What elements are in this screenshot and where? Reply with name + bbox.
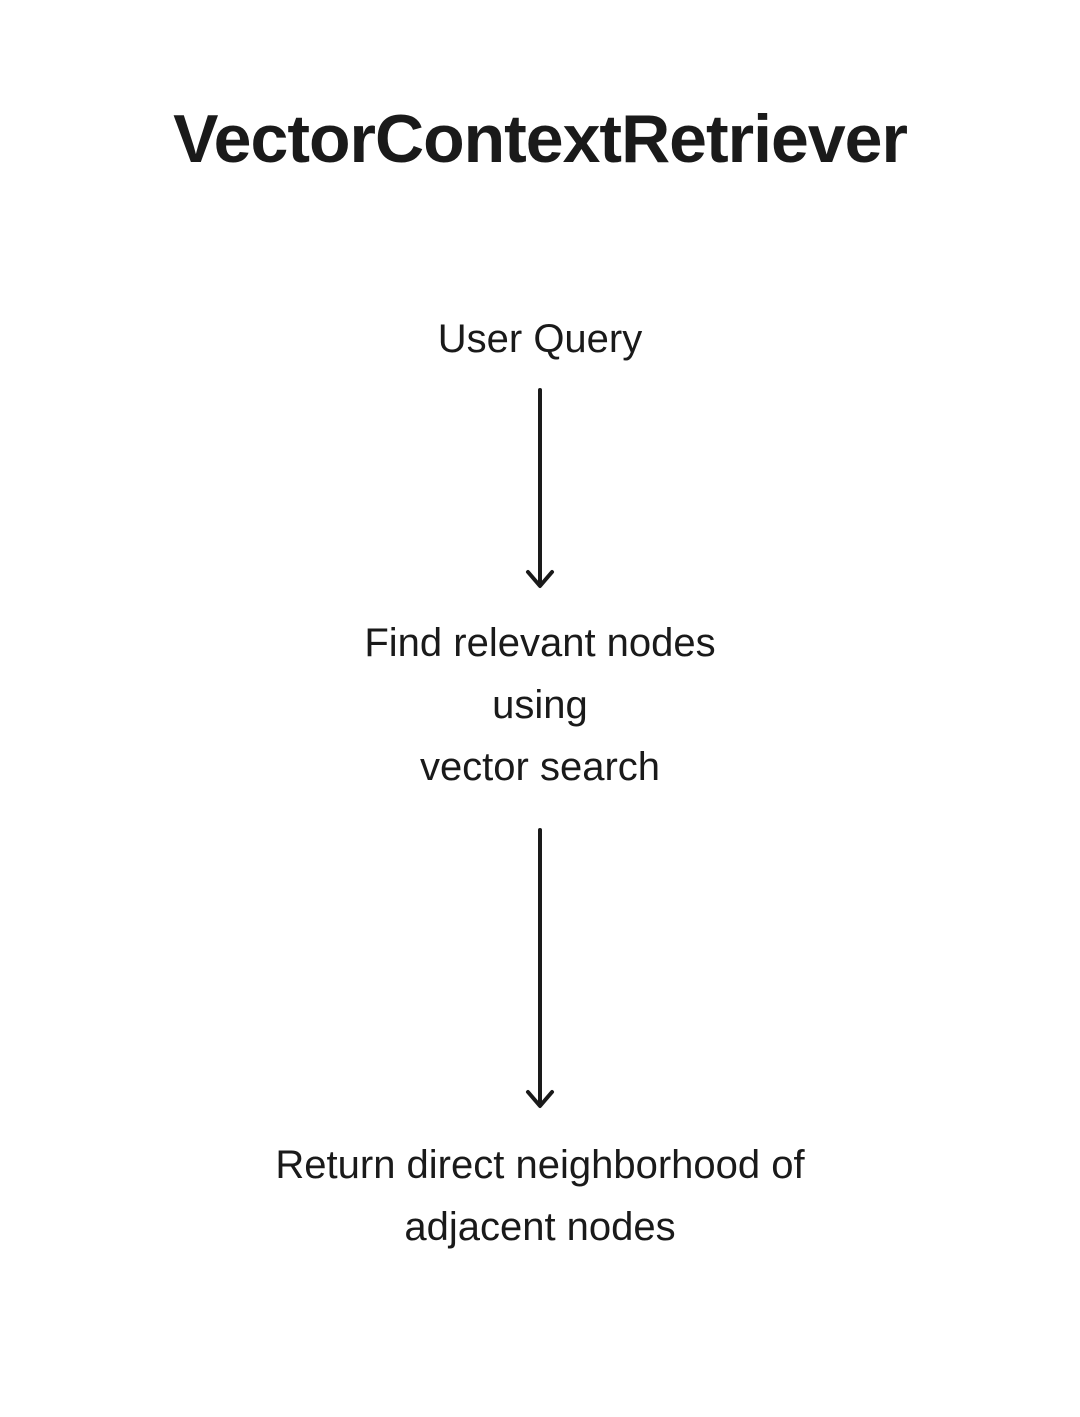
step-vector-search: Find relevant nodes using vector search bbox=[364, 612, 715, 798]
diagram-title: VectorContextRetriever bbox=[0, 100, 1080, 178]
step-line: adjacent nodes bbox=[404, 1205, 675, 1249]
arrow-down-icon bbox=[520, 384, 560, 594]
arrow-down-icon bbox=[520, 824, 560, 1114]
flow-container: User Query Find relevant nodes using vec… bbox=[275, 308, 804, 1258]
step-line: using bbox=[492, 683, 588, 727]
step-line: vector search bbox=[420, 745, 660, 789]
step-user-query: User Query bbox=[438, 308, 643, 370]
step-line: Find relevant nodes bbox=[364, 621, 715, 665]
step-line: Return direct neighborhood of bbox=[275, 1143, 804, 1187]
step-return-neighborhood: Return direct neighborhood of adjacent n… bbox=[275, 1134, 804, 1258]
